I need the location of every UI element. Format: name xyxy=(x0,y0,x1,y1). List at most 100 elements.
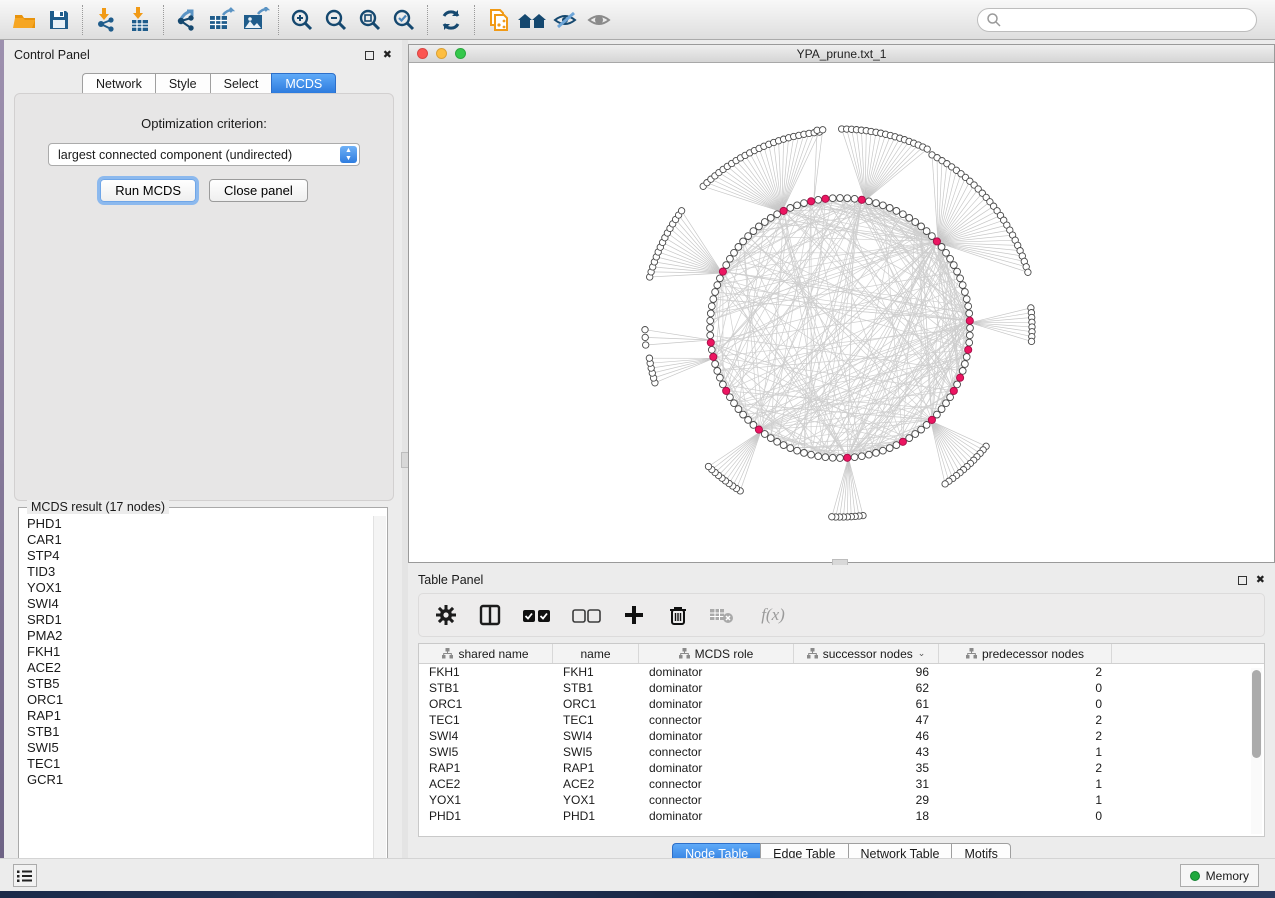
show-all-icon[interactable] xyxy=(583,4,617,36)
cell-mcds_role: connector xyxy=(639,713,794,727)
table-row[interactable]: ACE2ACE2connector311 xyxy=(419,776,1264,792)
cell-name: ORC1 xyxy=(553,697,639,711)
criterion-select[interactable]: largest connected component (undirected)… xyxy=(48,143,360,166)
cell-successor_nodes: 31 xyxy=(794,777,939,791)
mcds-result-item[interactable]: GCR1 xyxy=(27,772,372,788)
memory-button[interactable]: Memory xyxy=(1180,864,1259,887)
toolbar-separator xyxy=(163,5,164,35)
node-table[interactable]: shared namenameMCDS rolesuccessor nodes⌄… xyxy=(418,643,1265,837)
mcds-list-scrollbar[interactable] xyxy=(373,516,386,874)
select-all-icon[interactable] xyxy=(521,602,553,628)
mcds-result-item[interactable]: ORC1 xyxy=(27,692,372,708)
delete-column-icon[interactable] xyxy=(665,602,691,628)
tab-select[interactable]: Select xyxy=(210,73,272,94)
mcds-result-item[interactable]: TEC1 xyxy=(27,756,372,772)
mcds-result-list[interactable]: PHD1CAR1STP4TID3YOX1SWI4SRD1PMA2FKH1ACE2… xyxy=(20,516,372,874)
desktop-wallpaper-bottom xyxy=(0,891,1275,898)
search-field[interactable] xyxy=(1002,13,1232,27)
float-window-icon[interactable] xyxy=(365,51,374,60)
table-row[interactable]: PHD1PHD1dominator180 xyxy=(419,808,1264,824)
cell-predecessor_nodes: 1 xyxy=(939,777,1112,791)
refresh-icon[interactable] xyxy=(434,4,468,36)
criterion-value: largest connected component (undirected) xyxy=(58,148,292,162)
table-scrollbar[interactable] xyxy=(1251,668,1262,834)
import-network-icon[interactable] xyxy=(89,4,123,36)
delete-table-icon-disabled xyxy=(709,602,735,628)
settings-gear-icon[interactable] xyxy=(433,602,459,628)
export-table-icon[interactable] xyxy=(204,4,238,36)
cell-shared_name: SWI4 xyxy=(419,729,553,743)
table-row[interactable]: YOX1YOX1connector291 xyxy=(419,792,1264,808)
zoom-in-icon[interactable] xyxy=(285,4,319,36)
memory-label: Memory xyxy=(1206,869,1249,883)
first-neighbors-icon[interactable] xyxy=(515,4,549,36)
cell-predecessor_nodes: 1 xyxy=(939,745,1112,759)
mcds-result-item[interactable]: ACE2 xyxy=(27,660,372,676)
import-table-icon[interactable] xyxy=(123,4,157,36)
open-folder-icon[interactable] xyxy=(8,4,42,36)
mcds-result-item[interactable]: PMA2 xyxy=(27,628,372,644)
mcds-result-item[interactable]: CAR1 xyxy=(27,532,372,548)
hide-selected-icon[interactable] xyxy=(549,4,583,36)
mcds-result-item[interactable]: PHD1 xyxy=(27,516,372,532)
cell-shared_name: ORC1 xyxy=(419,697,553,711)
tab-mcds[interactable]: MCDS xyxy=(271,73,336,94)
cell-successor_nodes: 46 xyxy=(794,729,939,743)
copy-style-icon[interactable] xyxy=(481,4,515,36)
mcds-result-item[interactable]: STB5 xyxy=(27,676,372,692)
close-panel-button[interactable]: Close panel xyxy=(209,179,308,202)
network-window: YPA_prune.txt_1 xyxy=(408,44,1275,563)
table-row[interactable]: TEC1TEC1connector472 xyxy=(419,712,1264,728)
mcds-result-item[interactable]: SWI4 xyxy=(27,596,372,612)
close-table-panel-icon[interactable]: ✖ xyxy=(1256,575,1265,586)
mcds-result-item[interactable]: STB1 xyxy=(27,724,372,740)
mcds-result-title: MCDS result (17 nodes) xyxy=(27,500,169,514)
export-image-icon[interactable] xyxy=(238,4,272,36)
column-header-MCDS-role[interactable]: MCDS role xyxy=(639,644,794,663)
table-body: FKH1FKH1dominator962STB1STB1dominator620… xyxy=(419,664,1264,824)
export-network-icon[interactable] xyxy=(170,4,204,36)
table-row[interactable]: SWI4SWI4dominator462 xyxy=(419,728,1264,744)
tab-network[interactable]: Network xyxy=(82,73,155,94)
mcds-result-item[interactable]: RAP1 xyxy=(27,708,372,724)
table-row[interactable]: FKH1FKH1dominator962 xyxy=(419,664,1264,680)
network-canvas[interactable] xyxy=(409,63,1274,562)
cell-mcds_role: dominator xyxy=(639,681,794,695)
zoom-out-icon[interactable] xyxy=(319,4,353,36)
float-table-panel-icon[interactable] xyxy=(1238,576,1247,585)
save-icon[interactable] xyxy=(42,4,76,36)
mcds-result-item[interactable]: FKH1 xyxy=(27,644,372,660)
mcds-result-item[interactable]: TID3 xyxy=(27,564,372,580)
mcds-result-item[interactable]: SRD1 xyxy=(27,612,372,628)
tab-style[interactable]: Style xyxy=(155,73,210,94)
mcds-result-item[interactable]: YOX1 xyxy=(27,580,372,596)
network-graph[interactable] xyxy=(409,63,1274,562)
task-history-button[interactable] xyxy=(13,864,37,887)
network-window-titlebar[interactable]: YPA_prune.txt_1 xyxy=(409,45,1274,63)
table-row[interactable]: STB1STB1dominator620 xyxy=(419,680,1264,696)
control-panel-tabs: Network Style Select MCDS xyxy=(82,73,336,94)
table-row[interactable]: ORC1ORC1dominator610 xyxy=(419,696,1264,712)
close-panel-icon[interactable]: ✖ xyxy=(383,50,392,61)
cell-successor_nodes: 43 xyxy=(794,745,939,759)
column-header-predecessor-nodes[interactable]: predecessor nodes xyxy=(939,644,1112,663)
deselect-all-icon[interactable] xyxy=(571,602,603,628)
search-input[interactable] xyxy=(977,8,1257,32)
table-row[interactable]: SWI5SWI5connector431 xyxy=(419,744,1264,760)
add-column-icon[interactable] xyxy=(621,602,647,628)
table-row[interactable]: RAP1RAP1dominator352 xyxy=(419,760,1264,776)
mcds-result-item[interactable]: STP4 xyxy=(27,548,372,564)
table-scrollbar-thumb[interactable] xyxy=(1252,670,1261,758)
cell-successor_nodes: 29 xyxy=(794,793,939,807)
column-selector-icon[interactable] xyxy=(477,602,503,628)
cell-predecessor_nodes: 0 xyxy=(939,809,1112,823)
column-header-name[interactable]: name xyxy=(553,644,639,663)
zoom-selected-icon[interactable] xyxy=(387,4,421,36)
cell-predecessor_nodes: 1 xyxy=(939,793,1112,807)
column-header-shared-name[interactable]: shared name xyxy=(419,644,553,663)
zoom-fit-icon[interactable] xyxy=(353,4,387,36)
mcds-result-item[interactable]: SWI5 xyxy=(27,740,372,756)
column-header-successor-nodes[interactable]: successor nodes⌄ xyxy=(794,644,939,663)
cell-mcds_role: dominator xyxy=(639,809,794,823)
run-mcds-button[interactable]: Run MCDS xyxy=(100,179,196,202)
